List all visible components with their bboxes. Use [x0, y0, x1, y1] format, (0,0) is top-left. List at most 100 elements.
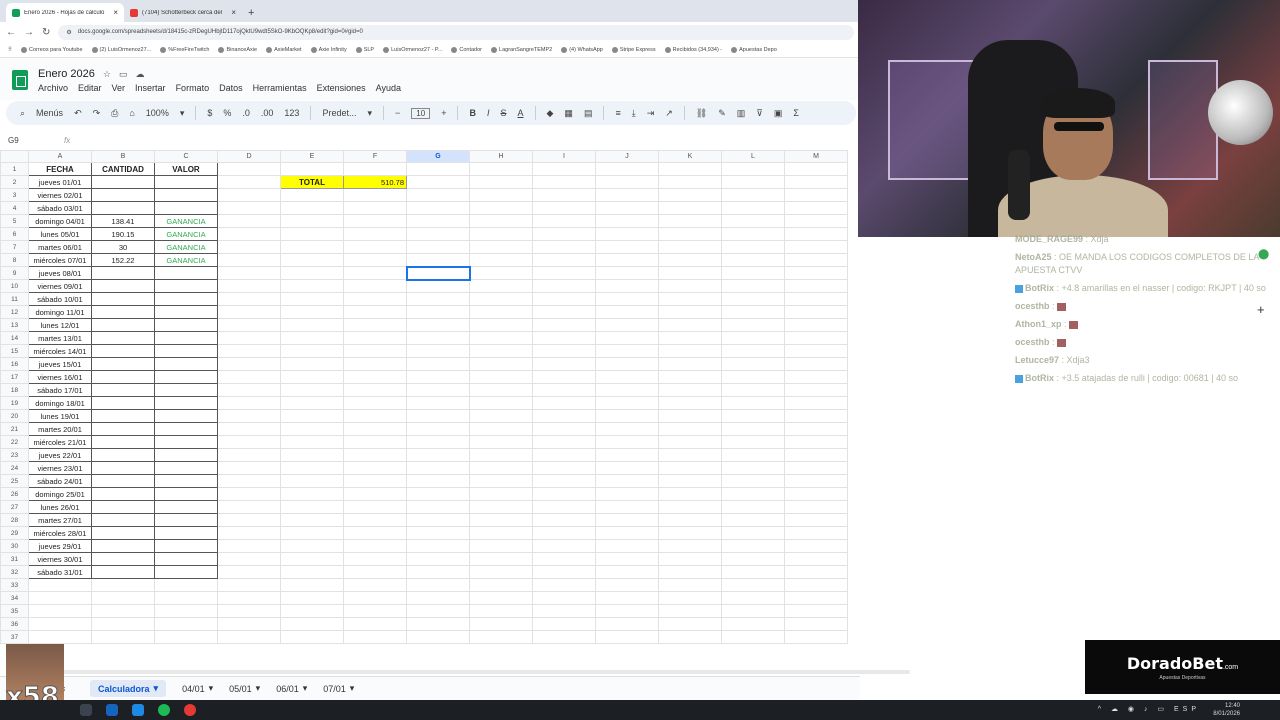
date-cell[interactable]: jueves 22/01 [28, 448, 92, 462]
cell[interactable] [595, 500, 659, 514]
cell[interactable] [721, 604, 785, 618]
chevron-down-icon[interactable]: ▾ [350, 683, 355, 694]
cell[interactable] [280, 513, 344, 527]
cell[interactable] [406, 175, 470, 189]
cell[interactable] [343, 448, 407, 462]
cell[interactable] [406, 604, 470, 618]
bookmark-item[interactable]: AxieMarket [266, 46, 302, 53]
cell[interactable] [28, 578, 92, 592]
cell[interactable] [658, 279, 722, 293]
cell[interactable] [595, 175, 659, 189]
date-cell[interactable]: miércoles 28/01 [28, 526, 92, 540]
cell[interactable] [469, 500, 533, 514]
result-cell[interactable] [154, 500, 218, 514]
cell[interactable] [784, 474, 848, 488]
cell[interactable] [532, 552, 596, 566]
browser-tab[interactable]: Enero 2026 - Hojas de cálculo × [6, 3, 124, 22]
filter-views-icon[interactable]: ▣ [774, 108, 783, 119]
cell[interactable] [595, 591, 659, 605]
cell[interactable] [784, 578, 848, 592]
cell[interactable] [91, 604, 155, 618]
cell[interactable] [595, 357, 659, 371]
cell[interactable] [658, 448, 722, 462]
cell[interactable] [343, 409, 407, 423]
date-cell[interactable]: martes 13/01 [28, 331, 92, 345]
cell[interactable] [217, 344, 281, 358]
cell[interactable] [280, 435, 344, 449]
cell[interactable] [532, 266, 596, 280]
row-header[interactable]: 20 [0, 409, 29, 423]
cell[interactable] [469, 175, 533, 189]
date-cell[interactable]: martes 06/01 [28, 240, 92, 254]
row-header[interactable]: 12 [0, 305, 29, 319]
cloud-status-icon[interactable]: ☁ [135, 69, 144, 80]
result-cell[interactable] [154, 448, 218, 462]
row-header[interactable]: 28 [0, 513, 29, 527]
date-cell[interactable]: sábado 03/01 [28, 201, 92, 215]
cell[interactable] [343, 240, 407, 254]
cell[interactable] [595, 513, 659, 527]
cell[interactable] [532, 370, 596, 384]
header-fecha[interactable]: FECHA [28, 162, 92, 176]
cell[interactable] [658, 214, 722, 228]
font-size-decrease-icon[interactable]: − [395, 108, 400, 118]
amount-cell[interactable] [91, 292, 155, 306]
cell[interactable] [721, 591, 785, 605]
cell[interactable] [784, 604, 848, 618]
cell[interactable] [280, 266, 344, 280]
insert-comment-icon[interactable]: ✎ [718, 108, 726, 119]
cell[interactable] [217, 292, 281, 306]
cell[interactable] [406, 292, 470, 306]
cell[interactable] [532, 487, 596, 501]
star-icon[interactable]: ☆ [103, 69, 111, 80]
cell[interactable] [217, 487, 281, 501]
cell[interactable] [217, 422, 281, 436]
column-header[interactable]: G [406, 150, 470, 163]
cell[interactable] [721, 357, 785, 371]
font-select[interactable]: Predet... [322, 108, 356, 118]
cell[interactable] [217, 162, 281, 176]
cell[interactable] [721, 383, 785, 397]
font-size-increase-icon[interactable]: + [441, 108, 446, 118]
cell[interactable] [784, 253, 848, 267]
column-header[interactable]: C [154, 150, 218, 163]
cell[interactable] [469, 370, 533, 384]
cell[interactable] [532, 474, 596, 488]
cell[interactable] [217, 240, 281, 254]
cell[interactable] [406, 344, 470, 358]
bookmark-item[interactable]: (4) WhatsApp [561, 46, 603, 53]
cell[interactable] [595, 552, 659, 566]
cell[interactable] [658, 513, 722, 527]
row-header[interactable]: 19 [0, 396, 29, 410]
cell[interactable] [532, 214, 596, 228]
cell[interactable] [784, 318, 848, 332]
cell[interactable] [532, 591, 596, 605]
amount-cell[interactable]: 138.41 [91, 214, 155, 228]
cell[interactable] [280, 227, 344, 241]
cell[interactable] [658, 253, 722, 267]
cell[interactable] [721, 630, 785, 644]
cell[interactable] [784, 435, 848, 449]
spotify-icon[interactable] [158, 704, 170, 716]
cell[interactable] [469, 331, 533, 345]
result-cell[interactable] [154, 266, 218, 280]
cell[interactable] [280, 422, 344, 436]
strikethrough-icon[interactable]: S [500, 108, 506, 118]
amount-cell[interactable] [91, 344, 155, 358]
cell[interactable] [217, 500, 281, 514]
site-info-icon[interactable]: ⚙ [66, 29, 71, 36]
bookmark-item[interactable]: Axie Infinity [310, 46, 347, 53]
cell[interactable] [784, 240, 848, 254]
cell[interactable] [217, 591, 281, 605]
cell[interactable] [280, 357, 344, 371]
row-header[interactable]: 9 [0, 266, 29, 280]
cell[interactable] [532, 630, 596, 644]
cell[interactable] [406, 253, 470, 267]
cell[interactable] [343, 292, 407, 306]
chevron-down-icon[interactable]: ▾ [256, 683, 261, 694]
bookmark-item[interactable]: Recibidos (34,934) - [664, 46, 722, 53]
cell[interactable] [343, 552, 407, 566]
total-value[interactable]: 510.78 [343, 175, 407, 189]
date-cell[interactable]: viernes 16/01 [28, 370, 92, 384]
sheet-tab[interactable]: 06/01 ▾ [276, 683, 307, 694]
